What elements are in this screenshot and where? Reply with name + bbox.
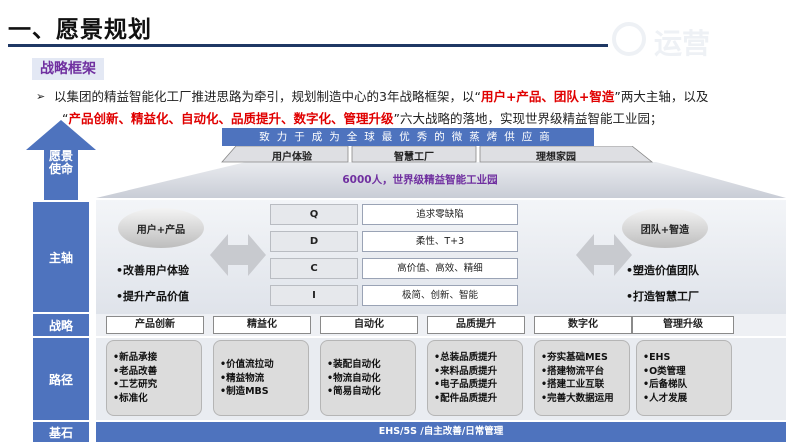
qdci-value-q: 追求零缺陷 <box>362 204 518 225</box>
path-item: •装配自动化 <box>327 359 381 370</box>
path-item: •工艺研究 <box>113 379 158 390</box>
mission-banner: 致力于成为全球最优秀的微蒸烤供应商 <box>222 128 594 146</box>
tab-user-experience: 用户体验 <box>272 152 312 163</box>
company-logo: 运营 <box>612 20 782 60</box>
tab-ideal-home: 理想家园 <box>536 152 576 163</box>
title-underline <box>8 44 608 47</box>
path-item: •夯实基础MES <box>541 352 608 363</box>
path-item: •搭建物流平台 <box>541 365 605 377</box>
qdci-key-d: D <box>270 231 358 252</box>
section-label: 战略框架 <box>32 58 104 80</box>
path-item: •价值流拉动 <box>220 359 274 370</box>
path-card-quality: •总装品质提升 •来料品质提升 •电子品质提升 •配件品质提升 <box>427 340 523 416</box>
path-item: •完善大数据运用 <box>541 392 614 404</box>
label-main-axis: 主轴 <box>33 202 89 312</box>
intro-six-strategies: 产品创新、精益化、自动化、品质提升、数字化、管理升级 <box>68 111 394 126</box>
path-card-lean: •价值流拉动 •精益物流 •制造MBS <box>213 340 309 416</box>
left-axis-item-1: •改善用户体验 <box>116 264 190 277</box>
label-strategy: 战略 <box>33 314 89 336</box>
path-item: •O类管理 <box>643 365 686 377</box>
path-item: •老品改善 <box>113 365 158 377</box>
double-arrow-left-icon <box>210 234 266 276</box>
path-item: •简易自动化 <box>327 386 381 397</box>
foundation-bar: EHS/5S /自主改善/日常管理 <box>96 422 786 442</box>
intro-text-4: ”六大战略的落地，实现世界级精益智能工业园； <box>393 111 663 126</box>
path-item: •后备梯队 <box>643 379 688 390</box>
strategy-quality: 品质提升 <box>427 316 525 334</box>
tab-smart-factory: 智慧工厂 <box>394 152 434 163</box>
path-item: •来料品质提升 <box>434 365 498 377</box>
right-axis-item-2: •打造智慧工厂 <box>626 290 700 303</box>
path-item: •新品承接 <box>113 352 158 363</box>
left-axis-item-2: •提升产品价值 <box>116 290 190 303</box>
strategy-product-innovation: 产品创新 <box>106 316 204 334</box>
path-item: •标准化 <box>113 392 148 404</box>
oval-user-product: 用户+产品 <box>118 208 204 248</box>
page-title: 一、愿景规划 <box>8 17 152 43</box>
intro-text-2: ”两大主轴，以及 <box>614 89 709 104</box>
right-axis-item-1: •塑造价值团队 <box>626 264 700 277</box>
path-item: •人才发展 <box>643 392 688 404</box>
label-vision-mission: 愿景 使命 <box>48 149 73 176</box>
path-item: •总装品质提升 <box>434 352 498 363</box>
strategy-lean: 精益化 <box>213 316 311 334</box>
label-foundation: 基石 <box>33 422 89 442</box>
path-card-automation: •装配自动化 •物流自动化 •简易自动化 <box>320 340 416 416</box>
path-item: •制造MBS <box>220 386 269 397</box>
path-item: •配件品质提升 <box>434 392 498 404</box>
double-arrow-right-icon <box>576 234 632 276</box>
qdci-key-q: Q <box>270 204 358 225</box>
qdci-value-d: 柔性、T+3 <box>362 231 518 252</box>
bullet-arrow-icon: ➢ <box>36 90 46 103</box>
logo-text: 运营 <box>654 27 711 60</box>
strategy-digitalization: 数字化 <box>534 316 632 334</box>
path-item: •搭建工业互联 <box>541 379 605 390</box>
label-path: 路径 <box>33 338 89 420</box>
qdci-key-i: I <box>270 285 358 306</box>
path-card-digitalization: •夯实基础MES •搭建物流平台 •搭建工业互联 •完善大数据运用 <box>534 340 630 416</box>
path-card-management: •EHS •O类管理 •后备梯队 •人才发展 <box>636 340 732 416</box>
oval-team-manufacturing: 团队+智造 <box>622 208 708 248</box>
qdci-value-c: 高价值、高效、精细 <box>362 258 518 279</box>
strategy-management: 管理升级 <box>632 316 734 334</box>
intro-text-1: 以集团的精益智能化工厂推进思路为牵引，规划制造中心的3年战略框架，以“ <box>54 89 481 104</box>
path-item: •精益物流 <box>220 372 265 384</box>
strategy-automation: 自动化 <box>320 316 418 334</box>
qdci-value-i: 极简、创新、智能 <box>362 285 518 306</box>
path-item: •电子品质提升 <box>434 379 498 390</box>
path-item: •物流自动化 <box>327 372 381 384</box>
path-card-product-innovation: •新品承接 •老品改善 •工艺研究 •标准化 <box>106 340 202 416</box>
intro-main-axes: 用户+产品、团队+智造 <box>480 89 615 104</box>
qdci-key-c: C <box>270 258 358 279</box>
intro-paragraph: ➢ 以集团的精益智能化工厂推进思路为牵引，规划制造中心的3年战略框架，以“用户+… <box>36 86 780 130</box>
path-item: •EHS <box>643 352 671 363</box>
goal-text: 6000人，世界级精益智能工业园 <box>342 174 498 186</box>
